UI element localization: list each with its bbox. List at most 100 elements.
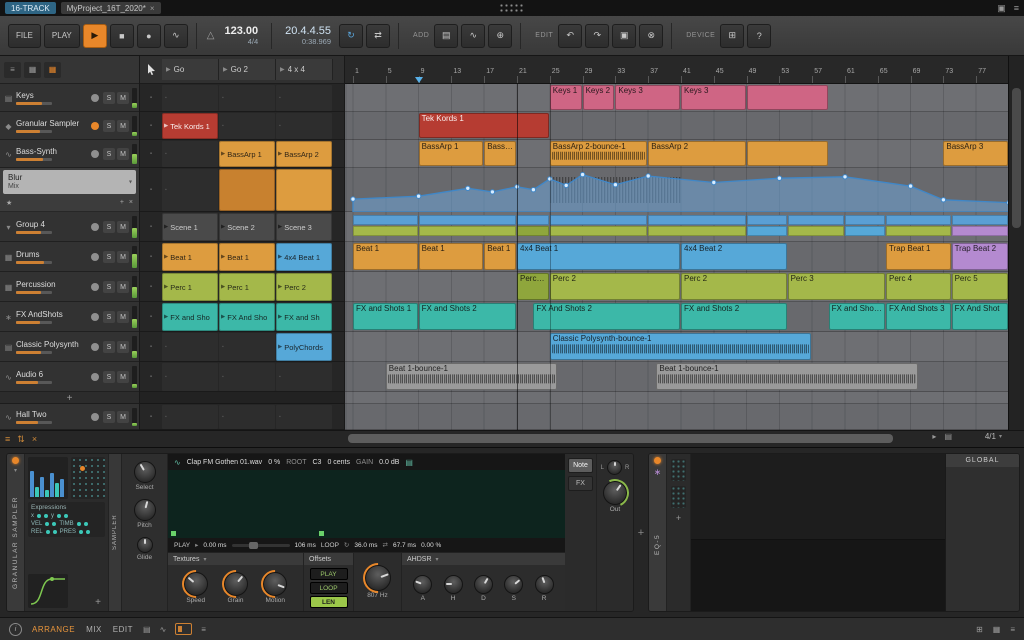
empty-clip-slot[interactable]: ▪ bbox=[162, 85, 218, 111]
knob[interactable] bbox=[133, 499, 156, 521]
arranger-clip[interactable]: Beat 1-bounce-1 bbox=[656, 363, 918, 390]
volume-fader[interactable] bbox=[16, 351, 52, 354]
add-modulator-button[interactable]: + bbox=[676, 513, 681, 523]
arranger-clip[interactable] bbox=[746, 85, 828, 110]
empty-clip-slot[interactable]: ▪ bbox=[162, 169, 218, 211]
volume-fader[interactable] bbox=[16, 102, 52, 105]
track-header[interactable]: ∿ Hall Two S M bbox=[0, 404, 139, 430]
solo-button[interactable]: S bbox=[103, 371, 115, 383]
add-lane-icon[interactable]: + bbox=[120, 199, 124, 206]
track-header[interactable]: ∗ FX AndShots S M bbox=[0, 302, 139, 332]
group-clip-segment[interactable] bbox=[549, 226, 648, 236]
tab-file[interactable]: MyProject_16T_2020* × bbox=[60, 2, 161, 14]
group-clip-segment[interactable] bbox=[517, 226, 549, 236]
close-icon[interactable]: × bbox=[150, 4, 155, 13]
track-header[interactable]: ▦ Percussion S M bbox=[0, 272, 139, 302]
launcher-clip[interactable]: ▶ Beat 1 bbox=[162, 243, 218, 271]
horizontal-scroll-handle[interactable] bbox=[348, 434, 893, 443]
solo-button[interactable]: S bbox=[103, 120, 115, 132]
clip-stop-button[interactable]: ▪ bbox=[140, 332, 162, 362]
favorite-star-icon[interactable]: ★ bbox=[6, 199, 12, 207]
group-clip-segment[interactable] bbox=[353, 215, 418, 225]
arranger-clip[interactable]: Classic Polysynth-bounce-1 bbox=[549, 333, 812, 360]
arranger-clip[interactable]: BassArp 1 bbox=[484, 141, 516, 166]
dual-display-icon[interactable]: ⊞ bbox=[976, 625, 983, 634]
group-clip-segment[interactable] bbox=[648, 226, 746, 236]
group-clip-segment[interactable] bbox=[746, 226, 787, 236]
volume-fader[interactable] bbox=[16, 291, 52, 294]
arranger-clip[interactable]: Keys 1 bbox=[549, 85, 582, 110]
mute-button[interactable]: M bbox=[117, 148, 129, 160]
clip-stop-button[interactable]: ▪ bbox=[140, 302, 162, 332]
group-clip-segment[interactable] bbox=[951, 215, 1008, 225]
vertical-scroll-handle[interactable] bbox=[1012, 88, 1021, 228]
empty-clip-slot[interactable]: ▪ bbox=[162, 333, 218, 361]
offset-len-button[interactable]: LEN bbox=[309, 596, 348, 608]
arranger-lane[interactable] bbox=[345, 212, 1008, 242]
out-knob[interactable]: Out bbox=[603, 481, 627, 513]
knob-807-hz[interactable]: 807 Hz bbox=[364, 565, 391, 599]
random-modulator[interactable] bbox=[71, 457, 105, 499]
clip-stop-button[interactable]: ▪ bbox=[140, 242, 162, 272]
knob[interactable] bbox=[413, 574, 433, 594]
vertical-scrollbar[interactable] bbox=[1008, 56, 1024, 430]
chevron-down-icon[interactable]: ▾ bbox=[14, 467, 17, 474]
clip-stop-button[interactable]: ▪ bbox=[140, 272, 162, 302]
knob-a[interactable]: A bbox=[413, 574, 433, 602]
knob-d[interactable]: D bbox=[473, 574, 493, 602]
solo-button[interactable]: S bbox=[103, 221, 115, 233]
arranger-clip[interactable]: Keys 3 bbox=[615, 85, 680, 110]
clip-stop-button[interactable]: ▪ bbox=[140, 168, 162, 212]
knob[interactable] bbox=[263, 572, 288, 596]
knob[interactable] bbox=[364, 565, 391, 591]
root-note-value[interactable]: C3 bbox=[312, 459, 321, 466]
arranger-clip[interactable]: FX And Shots 2 bbox=[533, 303, 680, 330]
arranger-lane[interactable] bbox=[345, 168, 1008, 212]
add-instrument-track-button[interactable]: ▤ bbox=[434, 23, 459, 48]
group-clip-segment[interactable] bbox=[787, 226, 844, 236]
browser-panel-icon[interactable]: ▦ bbox=[993, 625, 1001, 634]
launcher-clip[interactable] bbox=[219, 169, 275, 211]
modulator-slot[interactable] bbox=[671, 486, 686, 508]
volume-fader[interactable] bbox=[16, 158, 52, 161]
mute-button[interactable]: M bbox=[117, 371, 129, 383]
launcher-view-icon[interactable]: ▦ bbox=[44, 61, 61, 78]
help-button[interactable]: ? bbox=[747, 23, 772, 48]
sample-gain-value[interactable]: 0.0 dB bbox=[379, 459, 399, 466]
arranger-lane[interactable]: BassArp 1BassArp 1BassArp 2-bounce-1Bass… bbox=[345, 140, 1008, 168]
modulator-slot[interactable] bbox=[671, 459, 686, 481]
empty-clip-slot[interactable]: ▪ bbox=[276, 113, 332, 139]
tune-cents-value[interactable]: 0 cents bbox=[327, 459, 350, 466]
play-button[interactable]: ▶ bbox=[82, 23, 107, 48]
grid-resolution[interactable]: 4/1 ▾ bbox=[985, 432, 1002, 441]
arranger-clip[interactable]: Tek Kords 1 bbox=[418, 113, 549, 138]
device-panel-toggle[interactable] bbox=[175, 623, 193, 635]
eq-curve-display[interactable] bbox=[691, 454, 945, 540]
volume-fader[interactable] bbox=[16, 321, 52, 324]
automation-curve[interactable] bbox=[345, 168, 1008, 212]
expression-label[interactable]: y bbox=[51, 513, 54, 519]
clip-stop-button[interactable]: ▪ bbox=[140, 112, 162, 140]
clip-stop-button[interactable]: ▪ bbox=[140, 362, 162, 392]
launcher-clip[interactable]: ▶ Beat 1 bbox=[219, 243, 275, 271]
launcher-clip[interactable]: ▶ Perc 1 bbox=[162, 273, 218, 301]
arranger-clip[interactable]: BassArp 3 bbox=[943, 141, 1008, 166]
arranger-clip[interactable]: Keys 2 bbox=[582, 85, 615, 110]
mute-button[interactable]: M bbox=[117, 311, 129, 323]
punch-button[interactable]: ⇄ bbox=[366, 23, 391, 48]
empty-clip-slot[interactable]: ▪ bbox=[219, 363, 275, 391]
knob[interactable] bbox=[607, 460, 622, 475]
mute-button[interactable]: M bbox=[117, 341, 129, 353]
arranger-lane[interactable]: FX and Shots 1 FX and Shots 2 FX And Shots… bbox=[345, 302, 1008, 332]
arranger-lane[interactable] bbox=[345, 392, 1008, 404]
record-arm-button[interactable] bbox=[91, 150, 99, 158]
record-arm-button[interactable] bbox=[91, 223, 99, 231]
launcher-clip[interactable]: ▶ FX and Sh bbox=[276, 303, 332, 331]
metronome-icon[interactable]: △ bbox=[207, 30, 215, 41]
scene-clip[interactable]: ▶ Scene 2 bbox=[219, 213, 275, 241]
expression-label[interactable]: REL bbox=[31, 529, 43, 535]
launcher-clip[interactable]: ▶ BassArp 2 bbox=[276, 141, 332, 167]
record-arm-button[interactable] bbox=[91, 373, 99, 381]
track-list-icon[interactable]: ≡ bbox=[4, 61, 21, 78]
arranger-clip[interactable]: 4x4 Beat 2 bbox=[681, 243, 787, 270]
